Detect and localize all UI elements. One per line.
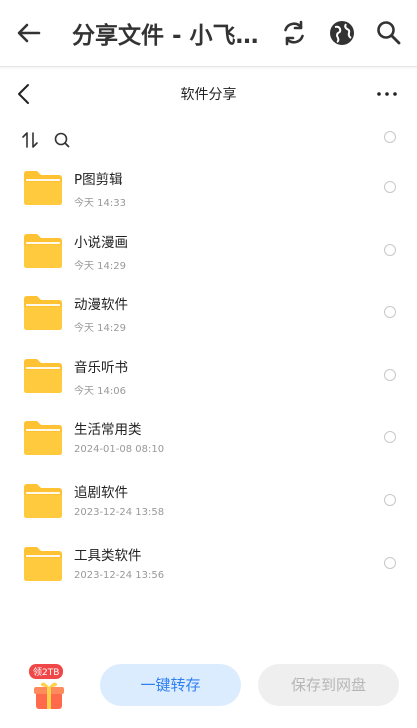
gift-icon xyxy=(34,682,64,709)
file-name: 工具类软件 xyxy=(74,547,142,564)
file-date: 今天 14:33 xyxy=(74,198,126,209)
back-arrow-icon[interactable] xyxy=(14,18,44,48)
select-radio[interactable] xyxy=(384,493,396,506)
gift-button[interactable]: 领2TB xyxy=(27,664,71,712)
select-radio[interactable] xyxy=(384,243,396,256)
list-item[interactable]: 生活常用类 2024-01-08 08:10 xyxy=(0,406,417,469)
app-bar: 分享文件 - 小飞… xyxy=(0,0,417,67)
folder-icon xyxy=(24,421,62,456)
refresh-icon[interactable] xyxy=(279,18,309,48)
list-item[interactable]: P图剪辑 今天 14:33 xyxy=(0,156,417,219)
list-item[interactable]: 小说漫画 今天 14:29 xyxy=(0,219,417,282)
folder-icon xyxy=(24,358,62,393)
select-radio[interactable] xyxy=(384,306,396,319)
more-icon[interactable] xyxy=(375,82,399,106)
file-date: 今天 14:29 xyxy=(74,323,126,335)
save-to-drive-button[interactable]: 保存到网盘 xyxy=(258,664,399,706)
file-name: 音乐听书 xyxy=(74,359,128,376)
folder-icon xyxy=(24,233,62,268)
folder-icon xyxy=(24,483,62,518)
folder-icon xyxy=(24,546,62,581)
file-name: 动漫软件 xyxy=(74,297,128,314)
one-click-save-button[interactable]: 一键转存 xyxy=(100,664,241,706)
folder-header: 软件分享 xyxy=(0,72,417,116)
select-radio[interactable] xyxy=(384,556,396,569)
file-date: 今天 14:29 xyxy=(74,260,126,272)
file-name: 追剧软件 xyxy=(74,484,128,501)
file-date: 2024-01-08 08:10 xyxy=(74,444,165,456)
folder-icon xyxy=(24,171,62,205)
app-title: 分享文件 - 小飞… xyxy=(72,23,259,49)
list-item[interactable]: 动漫软件 今天 14:29 xyxy=(0,281,417,344)
file-name: P图剪辑 xyxy=(74,172,123,188)
list-toolbar xyxy=(0,126,417,156)
file-list: P图剪辑 今天 14:33 小说漫画 今天 14:29 动漫软件 今天 14:2… xyxy=(0,156,417,594)
file-date: 今天 14:06 xyxy=(74,385,126,397)
list-item[interactable]: 音乐听书 今天 14:06 xyxy=(0,344,417,407)
file-name: 小说漫画 xyxy=(74,234,128,251)
folder-icon xyxy=(24,296,62,331)
list-item[interactable]: 工具类软件 2023-12-24 13:56 xyxy=(0,532,417,595)
file-date: 2023-12-24 13:58 xyxy=(74,506,165,518)
search-icon[interactable] xyxy=(374,18,404,48)
select-radio[interactable] xyxy=(384,431,396,444)
select-radio[interactable] xyxy=(384,368,396,381)
select-all-radio[interactable] xyxy=(384,131,396,143)
file-name: 生活常用类 xyxy=(74,422,142,439)
folder-title: 软件分享 xyxy=(180,87,237,103)
search-icon[interactable] xyxy=(52,130,72,150)
gift-badge: 领2TB xyxy=(29,664,64,679)
select-radio[interactable] xyxy=(384,181,396,193)
list-item[interactable]: 追剧软件 2023-12-24 13:58 xyxy=(0,469,417,532)
globe-icon[interactable] xyxy=(327,18,357,48)
file-date: 2023-12-24 13:56 xyxy=(74,569,165,581)
sort-icon[interactable] xyxy=(20,130,40,150)
